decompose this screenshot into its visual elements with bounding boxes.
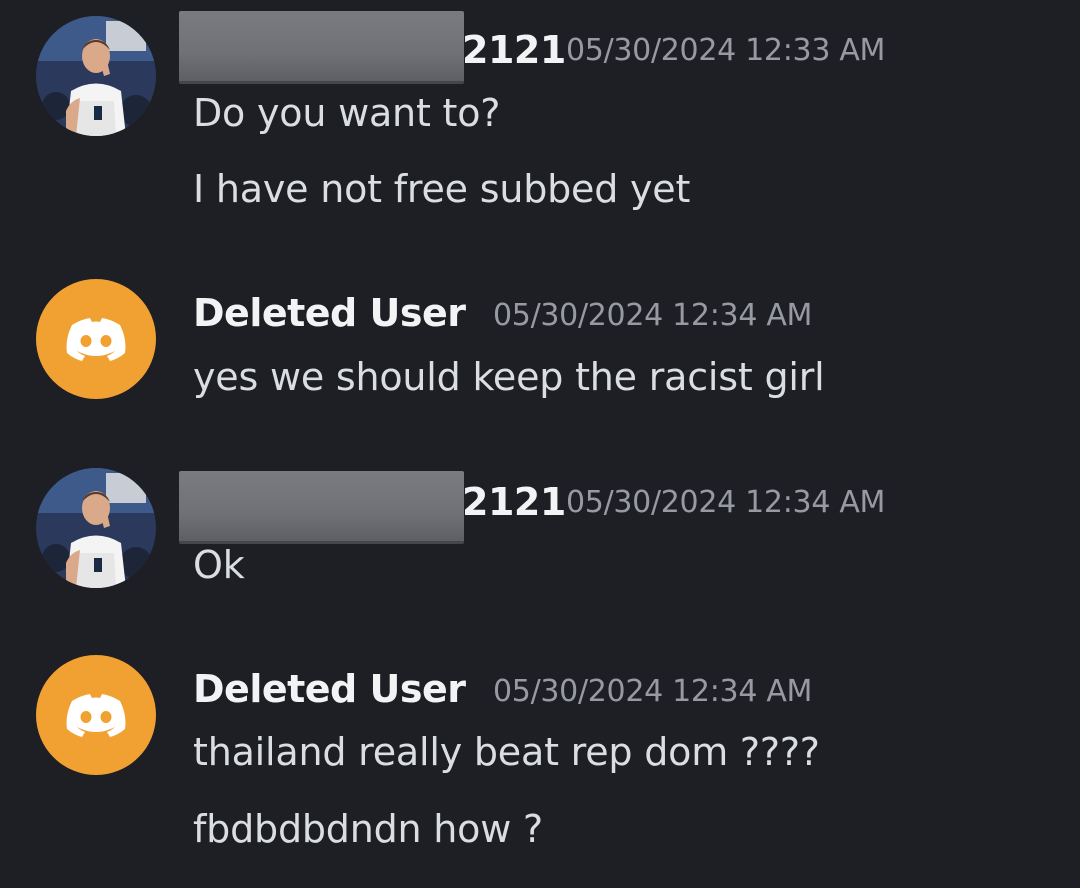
user-avatar[interactable] — [36, 16, 156, 136]
redacted-username — [179, 471, 464, 544]
player-photo-icon — [36, 468, 156, 588]
timestamp: 05/30/2024 12:34 AM — [493, 674, 813, 709]
timestamp: 05/30/2024 12:34 AM — [566, 485, 886, 520]
player-photo-icon — [36, 16, 156, 136]
message-text: Do you want to? — [193, 91, 501, 135]
message-text: thailand really beat rep dom ???? — [193, 730, 820, 774]
message-text: Ok — [193, 543, 245, 587]
discord-logo-icon — [66, 694, 126, 737]
timestamp: 05/30/2024 12:33 AM — [566, 33, 886, 68]
deleted-user-avatar[interactable] — [36, 279, 156, 399]
user-avatar[interactable] — [36, 468, 156, 588]
message-text: yes we should keep the racist girl — [193, 355, 825, 399]
message-text: fbdbdbdndn how ? — [193, 807, 543, 851]
redacted-username — [179, 11, 464, 84]
message-text: I have not free subbed yet — [193, 167, 691, 211]
username[interactable]: Deleted User — [193, 670, 466, 708]
timestamp: 05/30/2024 12:34 AM — [493, 298, 813, 333]
username[interactable]: Deleted User — [193, 294, 466, 332]
username[interactable]: 2121 — [462, 31, 566, 69]
discord-logo-icon — [66, 318, 126, 361]
username[interactable]: 2121 — [462, 483, 566, 521]
deleted-user-avatar[interactable] — [36, 655, 156, 775]
chat-log: 2121 05/30/2024 12:33 AM Do you want to?… — [0, 0, 1080, 888]
